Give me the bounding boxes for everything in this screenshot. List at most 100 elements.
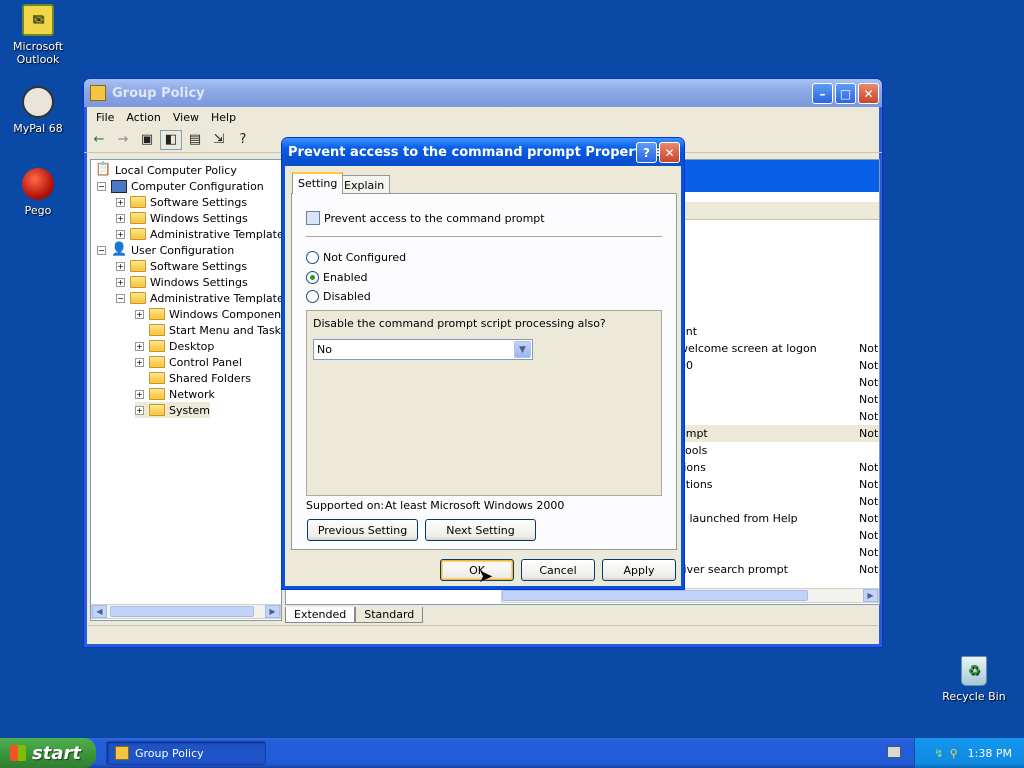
folder-icon: [149, 308, 165, 320]
setting-panel: Prevent access to the command prompt Not…: [291, 193, 677, 550]
tree-label: Software Settings: [150, 259, 248, 273]
next-setting-button[interactable]: Next Setting: [425, 519, 536, 541]
expand-icon[interactable]: +: [116, 213, 125, 223]
tree-item-user-admin-templates[interactable]: − Administrative Templates: [116, 290, 290, 306]
taskbar: start Group Policy ↯ ⚲ 1:38 PM: [0, 738, 1024, 768]
desktop-icon-outlook[interactable]: ✉ Microsoft Outlook: [0, 4, 76, 66]
expand-icon[interactable]: +: [116, 277, 125, 287]
show-tree-icon[interactable]: ◧: [160, 129, 182, 150]
radio-disabled[interactable]: Disabled: [306, 290, 371, 303]
expand-icon[interactable]: +: [135, 341, 144, 351]
collapse-icon[interactable]: −: [97, 181, 106, 191]
collapse-icon[interactable]: −: [116, 293, 125, 303]
task-label: Group Policy: [135, 746, 204, 760]
tree-item-user-config[interactable]: − 👤 User Configuration: [97, 242, 234, 258]
expand-icon[interactable]: +: [135, 405, 144, 415]
window-titlebar[interactable]: Group Policy – □ ✕: [84, 79, 882, 107]
tree-item-network[interactable]: + Network: [135, 386, 215, 402]
script-processing-select[interactable]: No ▼: [313, 339, 533, 360]
back-arrow-icon[interactable]: ←: [88, 130, 110, 150]
previous-setting-button[interactable]: Previous Setting: [307, 519, 418, 541]
tree-item-software-settings[interactable]: + Software Settings: [116, 194, 247, 210]
network-icon[interactable]: ↯: [934, 747, 943, 760]
tree-item-shared-folders[interactable]: Shared Folders: [149, 370, 251, 386]
close-button[interactable]: ✕: [858, 83, 879, 104]
start-button[interactable]: start: [0, 738, 96, 768]
supported-label: Supported on:: [306, 499, 385, 512]
policy-icon: [306, 211, 320, 225]
cancel-button[interactable]: Cancel: [521, 559, 595, 581]
expand-icon[interactable]: +: [135, 309, 144, 319]
tree-item-start-menu[interactable]: Start Menu and Taskbar: [149, 322, 299, 338]
pane-scroll-thumb[interactable]: [502, 590, 808, 601]
help-button[interactable]: ?: [636, 142, 657, 163]
maximize-button[interactable]: □: [835, 83, 856, 104]
radio-label: Not Configured: [323, 251, 407, 264]
setting-state: Not: [859, 376, 879, 389]
radio-enabled[interactable]: Enabled: [306, 271, 367, 284]
expand-icon[interactable]: +: [116, 261, 125, 271]
tree-item-computer-config[interactable]: − Computer Configuration: [97, 178, 264, 194]
tree-label: Administrative Templates: [150, 227, 290, 241]
scroll-right-icon[interactable]: ▶: [863, 589, 878, 602]
tree-item-user-windows-settings[interactable]: + Windows Settings: [116, 274, 248, 290]
tree-scroll-thumb[interactable]: [110, 606, 254, 617]
tree-item-admin-templates[interactable]: + Administrative Templates: [116, 226, 290, 242]
dialog-title: Prevent access to the command prompt Pro…: [288, 144, 662, 160]
expand-icon[interactable]: +: [116, 229, 125, 239]
export-icon[interactable]: ⇲: [208, 130, 230, 150]
tree-item-control-panel[interactable]: + Control Panel: [135, 354, 242, 370]
radio-dot: [306, 290, 319, 303]
tree-item-windows-components[interactable]: + Windows Components: [135, 306, 291, 322]
tree-item-local-policy[interactable]: 📋 Local Computer Policy: [95, 162, 237, 178]
menu-file[interactable]: File: [90, 111, 120, 124]
tree-label: Administrative Templates: [150, 291, 290, 305]
tree-item-windows-settings[interactable]: + Windows Settings: [116, 210, 248, 226]
search-icon[interactable]: ⚲: [950, 747, 958, 760]
windows-flag-icon: [10, 745, 26, 761]
dialog-titlebar[interactable]: Prevent access to the command prompt Pro…: [282, 138, 684, 166]
setting-state: Not: [859, 478, 879, 491]
keyboard-icon[interactable]: [887, 746, 901, 758]
radio-label: Disabled: [323, 290, 371, 303]
tree-item-desktop[interactable]: + Desktop: [135, 338, 214, 354]
tab-explain[interactable]: Explain: [338, 175, 391, 195]
minimize-button[interactable]: –: [812, 83, 833, 104]
tree-item-user-software-settings[interactable]: + Software Settings: [116, 258, 247, 274]
chevron-down-icon[interactable]: ▼: [514, 341, 531, 358]
menu-help[interactable]: Help: [205, 111, 242, 124]
apply-button[interactable]: Apply: [602, 559, 676, 581]
system-tray: ↯ ⚲ 1:38 PM: [914, 738, 1024, 768]
folder-icon: [149, 388, 165, 400]
expand-icon[interactable]: +: [135, 389, 144, 399]
menu-view[interactable]: View: [167, 111, 205, 124]
pego-icon: [22, 168, 54, 200]
desktop-icon-mypal[interactable]: MyPal 68: [0, 86, 76, 135]
desktop-icon-pego[interactable]: Pego: [0, 168, 76, 217]
ok-button[interactable]: OK: [440, 559, 514, 581]
expand-icon[interactable]: +: [135, 357, 144, 367]
tree-item-system[interactable]: + System: [135, 402, 211, 418]
setting-state: Not: [859, 393, 879, 406]
desktop-icon-recycle-bin[interactable]: ♻ Recycle Bin: [936, 656, 1012, 703]
clock: 1:38 PM: [967, 746, 1012, 760]
collapse-icon[interactable]: −: [97, 245, 106, 255]
help-icon[interactable]: ?: [232, 130, 254, 150]
taskbar-item-group-policy[interactable]: Group Policy: [106, 741, 266, 765]
tree-hscrollbar[interactable]: ◀ ▶: [91, 604, 281, 619]
tab-standard[interactable]: Standard: [355, 607, 424, 623]
scroll-left-icon[interactable]: ◀: [92, 605, 107, 618]
pane-hscrollbar[interactable]: ▶: [501, 588, 879, 603]
radio-not-configured[interactable]: Not Configured: [306, 251, 406, 264]
expand-icon[interactable]: +: [116, 197, 125, 207]
forward-arrow-icon[interactable]: →: [112, 130, 134, 150]
tab-extended[interactable]: Extended: [285, 607, 356, 623]
dialog-close-button[interactable]: ✕: [659, 142, 680, 163]
desktop-icon-label: Recycle Bin: [942, 690, 1006, 703]
menu-action[interactable]: Action: [120, 111, 166, 124]
up-folder-icon[interactable]: ▣: [136, 130, 158, 150]
tab-setting[interactable]: Setting: [292, 172, 344, 194]
folder-icon: [130, 260, 146, 272]
scroll-right-icon[interactable]: ▶: [265, 605, 280, 618]
properties-icon[interactable]: ▤: [184, 130, 206, 150]
